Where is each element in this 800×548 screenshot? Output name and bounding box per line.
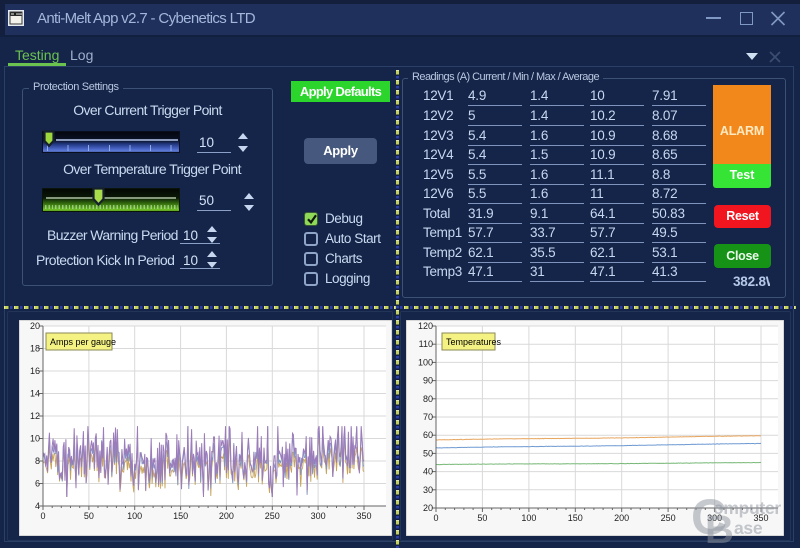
svg-text:200: 200 [614,513,629,523]
svg-text:B: B [705,508,734,548]
svg-text:110: 110 [419,339,433,349]
svg-text:ase: ase [734,518,763,538]
svg-text:Amps per gauge: Amps per gauge [50,337,116,347]
svg-text:10: 10 [30,434,40,444]
svg-text:50: 50 [84,511,94,521]
svg-text:20: 20 [423,503,433,513]
svg-text:6: 6 [35,479,40,489]
svg-text:70: 70 [423,412,433,422]
svg-text:150: 150 [568,513,583,523]
svg-text:100: 100 [418,357,433,367]
svg-text:40: 40 [423,467,433,477]
svg-text:50: 50 [477,513,487,523]
svg-text:90: 90 [423,376,433,386]
svg-text:20: 20 [30,321,40,331]
svg-text:100: 100 [521,513,536,523]
svg-text:Temperatures: Temperatures [446,337,502,347]
svg-text:4: 4 [35,501,40,511]
svg-text:14: 14 [30,389,40,399]
svg-text:150: 150 [173,511,188,521]
svg-text:18: 18 [30,344,40,354]
svg-text:12: 12 [30,411,40,421]
svg-text:200: 200 [219,511,234,521]
svg-text:80: 80 [423,394,433,404]
svg-text:0: 0 [433,513,438,523]
svg-text:300: 300 [311,511,326,521]
svg-text:50: 50 [423,448,433,458]
svg-text:16: 16 [30,366,40,376]
svg-text:100: 100 [127,511,142,521]
svg-text:120: 120 [418,321,433,331]
svg-text:8: 8 [35,456,40,466]
svg-text:350: 350 [356,511,371,521]
svg-text:30: 30 [423,485,433,495]
svg-text:250: 250 [265,511,280,521]
svg-text:60: 60 [423,430,433,440]
svg-text:0: 0 [40,511,45,521]
